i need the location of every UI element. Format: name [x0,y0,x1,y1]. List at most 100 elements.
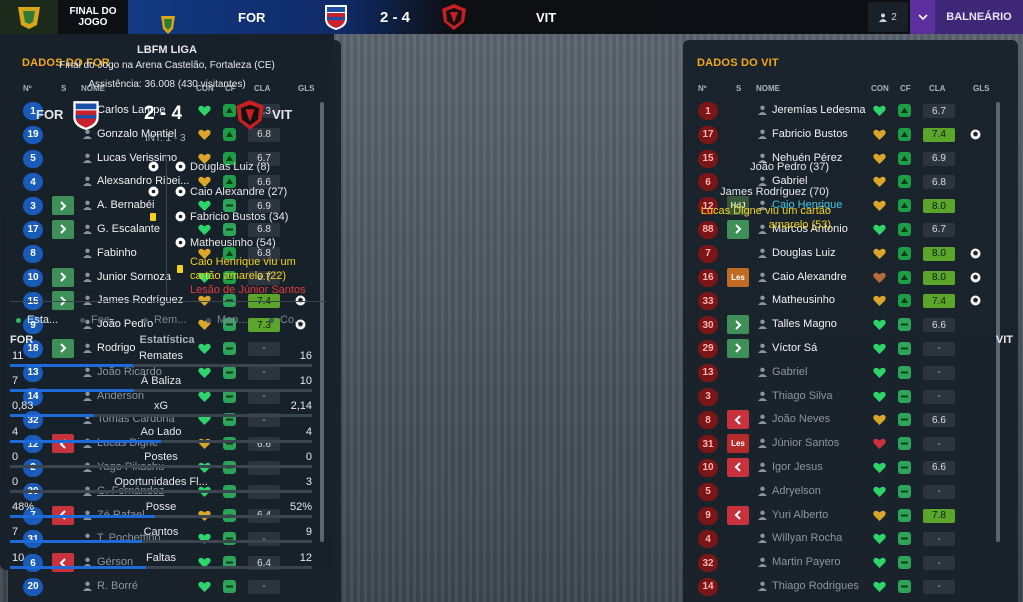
player-row[interactable]: 13 Gabriel - [683,362,1018,386]
shirt-number: 8 [698,411,718,430]
stat-bar-home-fill [10,515,155,519]
player-name[interactable]: Douglas Luiz [772,247,872,259]
player-name[interactable]: A. Bernabéi [97,199,197,211]
player-name[interactable]: Thiago Rodrigues [772,580,872,592]
player-row[interactable]: 31 Les Júnior Santos - [683,433,1018,457]
player-profile-icon[interactable] [758,129,767,139]
condition-heart-icon [873,105,886,117]
col-name[interactable]: NOME [756,84,780,93]
tab-map[interactable]: Map... [217,314,248,326]
away-injury-event: Lesão de Júnior Santos [190,284,306,295]
col-cla[interactable]: CLA [929,84,945,93]
player-name[interactable]: Fabricio Bustos [772,128,872,140]
home-crest-icon[interactable] [71,98,101,132]
col-gls[interactable]: GLS [973,84,989,93]
player-row[interactable]: 17 Fabricio Bustos 7.4 [683,124,1018,148]
col-cf[interactable]: CF [900,84,911,93]
player-row[interactable]: 32 Martin Payero - [683,552,1018,576]
fitness-flat-icon [223,222,236,236]
player-profile-icon[interactable] [83,248,92,258]
tab-co[interactable]: Co... [280,314,303,326]
player-row[interactable]: 4 Willyan Rocha - [683,528,1018,552]
player-profile-icon[interactable] [83,200,92,211]
player-row[interactable]: 15 Nehuén Pérez 6.9 [683,148,1018,172]
player-profile-icon[interactable] [758,295,767,306]
events-scrollbar[interactable] [320,156,323,286]
player-profile-icon[interactable] [758,581,767,591]
player-rating: - [923,389,955,404]
player-profile-icon[interactable] [758,367,767,377]
substituted-in-icon [52,267,74,287]
player-row[interactable]: 20 R. Borré - [8,576,341,600]
player-row[interactable]: 8 João Neves 6.6 [683,409,1018,433]
player-row[interactable]: 33 Matheusinho 7.4 [683,290,1018,314]
tab-shots[interactable]: Rem... [154,314,186,326]
player-name[interactable]: Yuri Alberto [772,509,872,521]
player-profile-icon[interactable] [83,581,92,591]
away-crest-icon[interactable] [234,98,266,132]
player-name[interactable]: Jeremías Ledesma [772,104,872,116]
fitness-up-icon [898,246,911,260]
player-profile-icon[interactable] [758,486,767,496]
player-name[interactable]: Igor Jesus [772,461,872,473]
player-row[interactable]: 3 Thiago Silva - [683,386,1018,410]
player-name[interactable]: Júnior Santos [772,437,872,449]
player-profile-icon[interactable] [758,414,767,425]
player-profile-icon[interactable] [758,438,767,449]
player-row[interactable]: 88 Marcos Antonio 6.7 [683,219,1018,243]
player-name[interactable]: Adryelson [772,485,872,497]
col-con[interactable]: CON [871,84,889,93]
stat-label: Remates [138,350,184,362]
player-profile-icon[interactable] [83,272,92,282]
player-name[interactable]: Martin Payero [772,556,872,568]
player-profile-icon[interactable] [758,510,767,520]
player-row[interactable]: 7 Douglas Luiz 8.0 [683,243,1018,267]
player-name[interactable]: R. Borré [97,580,197,592]
player-row[interactable]: 29 Víctor Sá - [683,338,1018,362]
player-name[interactable]: Caio Alexandre [772,271,872,283]
shirt-number: 9 [698,506,718,525]
player-profile-icon[interactable] [758,272,767,282]
dressing-room-button[interactable]: BALNEÁRIO [935,0,1023,34]
tab-statistics[interactable]: Esta... [27,314,58,326]
player-profile-icon[interactable] [758,533,767,544]
player-rating: - [923,556,955,571]
player-name[interactable]: Talles Magno [772,318,872,330]
player-profile-icon[interactable] [83,153,92,163]
player-profile-icon[interactable] [758,319,767,330]
shirt-number: 33 [698,292,718,311]
viewers-count[interactable]: 2 [868,2,908,32]
player-profile-icon[interactable] [83,176,92,187]
player-name[interactable]: Víctor Sá [772,342,872,354]
col-sub[interactable]: S [736,84,741,93]
player-row[interactable]: 16 Les Caio Alexandre 8.0 [683,267,1018,291]
chevron-down-button[interactable] [910,0,935,34]
player-profile-icon[interactable] [758,391,767,401]
player-profile-icon[interactable] [758,343,767,353]
player-profile-icon[interactable] [758,557,767,568]
tab-feed[interactable]: Fee... [91,314,119,326]
away-list-scrollbar[interactable] [996,102,1000,542]
player-name[interactable]: Gabriel [772,366,872,378]
player-row[interactable]: 30 Talles Magno 6.6 [683,314,1018,338]
player-profile-icon[interactable] [758,462,767,472]
col-num[interactable]: Nº [698,84,707,93]
player-name[interactable]: João Neves [772,413,872,425]
player-profile-icon[interactable] [758,105,767,115]
player-profile-icon[interactable] [83,224,92,234]
player-row[interactable]: 5 Adryelson - [683,481,1018,505]
player-name[interactable]: Matheusinho [772,294,872,306]
player-row[interactable]: 14 Thiago Rodrigues - [683,576,1018,600]
player-row[interactable]: 9 Yuri Alberto 7.8 [683,505,1018,529]
player-row[interactable]: 1 Jeremías Ledesma 6.7 [683,100,1018,124]
player-profile-icon[interactable] [758,248,767,258]
player-name[interactable]: G. Escalante [97,223,197,235]
player-name[interactable]: Fabinho [97,247,197,259]
player-row[interactable]: 10 Igor Jesus 6.6 [683,457,1018,481]
condition-heart-icon [873,581,886,593]
player-name[interactable]: Thiago Silva [772,390,872,402]
venue: Final do Jogo na Arena Castelão, Fortale… [59,60,275,71]
player-name[interactable]: Willyan Rocha [772,532,872,544]
player-profile-icon[interactable] [758,176,767,187]
player-profile-icon[interactable] [758,224,767,234]
